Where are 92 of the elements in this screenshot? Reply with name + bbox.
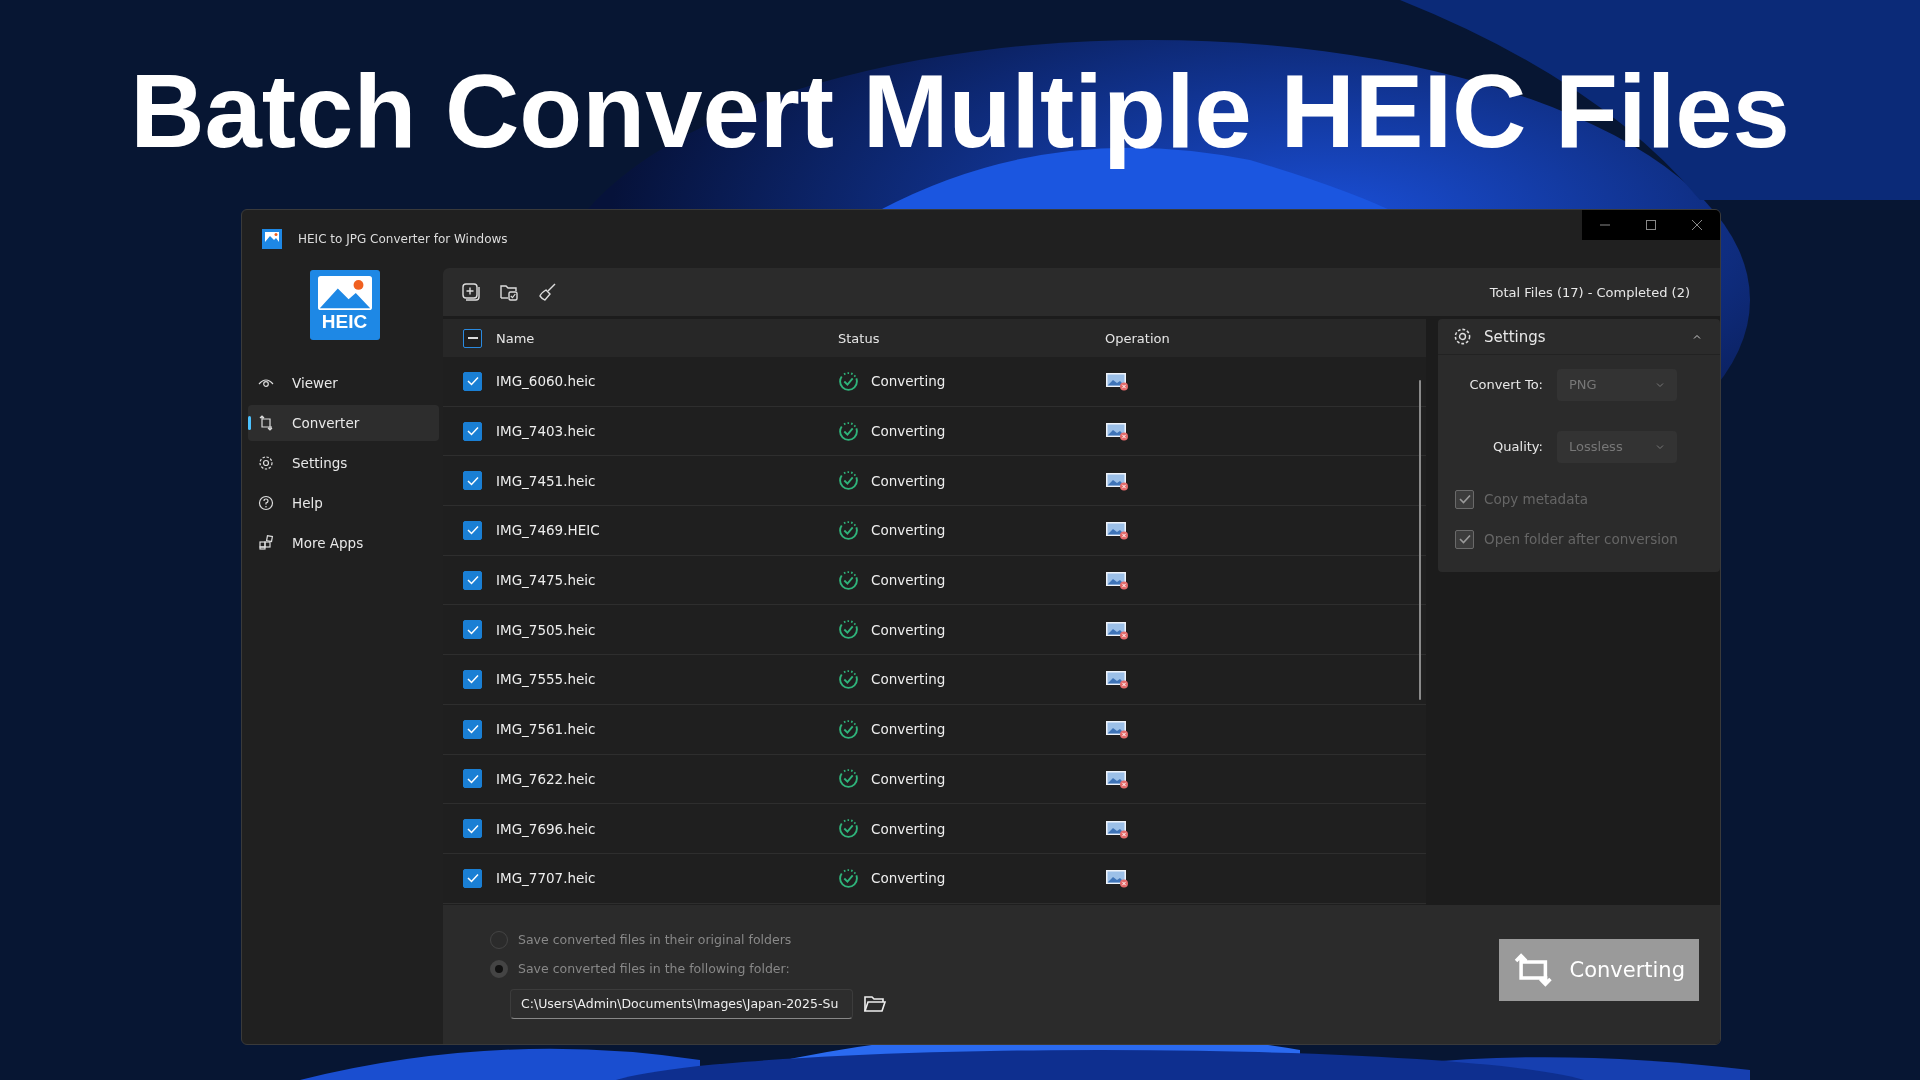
image-icon: [317, 275, 372, 311]
image-remove-icon[interactable]: [1105, 719, 1129, 740]
nav-item[interactable]: More Apps: [248, 525, 439, 561]
status-text: Converting: [871, 870, 946, 887]
file-summary: Total Files (17) - Completed (2): [1489, 284, 1690, 300]
close-icon[interactable]: [1691, 219, 1703, 231]
status-text: Converting: [871, 721, 946, 738]
file-name: IMG_7505.heic: [496, 621, 596, 638]
row-checkbox[interactable]: [463, 421, 482, 441]
status-text: Converting: [871, 572, 946, 589]
file-name: IMG_7696.heic: [496, 820, 596, 837]
dash-icon: [467, 337, 478, 339]
settings-icon: [258, 455, 274, 471]
file-name: IMG_7707.heic: [496, 870, 596, 887]
progress-check-icon: [838, 470, 859, 492]
logo-text: HEIC: [321, 311, 368, 333]
progress-check-icon: [838, 619, 859, 641]
nav-item[interactable]: Settings: [248, 445, 439, 481]
progress-check-icon: [838, 519, 859, 541]
status-text: Converting: [871, 621, 946, 638]
convert-icon: [258, 415, 274, 431]
image-remove-icon[interactable]: [1105, 520, 1129, 541]
field-label: Convert To:: [1469, 377, 1543, 392]
maximize-icon[interactable]: [1645, 219, 1657, 231]
status-text: Converting: [871, 770, 946, 787]
image-remove-icon[interactable]: [1105, 371, 1129, 392]
row-checkbox[interactable]: [463, 719, 482, 739]
select-all-checkbox[interactable]: [463, 328, 482, 348]
row-checkbox[interactable]: [463, 669, 482, 689]
file-name: IMG_7451.heic: [496, 472, 596, 489]
file-name: IMG_7475.heic: [496, 572, 596, 589]
field-label: Quality:: [1493, 439, 1543, 454]
column-header[interactable]: Operation: [1105, 330, 1170, 346]
apps-icon: [258, 535, 274, 551]
progress-check-icon: [838, 718, 859, 740]
row-checkbox[interactable]: [463, 371, 482, 391]
file-name: IMG_7469.HEIC: [496, 522, 600, 539]
radio-button[interactable]: [490, 959, 508, 978]
window-title: HEIC to JPG Converter for Windows: [298, 232, 508, 246]
image-remove-icon[interactable]: [1105, 421, 1129, 442]
progress-check-icon: [838, 867, 859, 889]
settings-icon: [1453, 327, 1472, 346]
checkbox-label: Copy metadata: [1484, 491, 1588, 507]
status-text: Converting: [871, 423, 946, 440]
image-remove-icon[interactable]: [1105, 570, 1129, 591]
nav-item[interactable]: Viewer: [248, 365, 439, 401]
file-name: IMG_7555.heic: [496, 671, 596, 688]
headline: Batch Convert Multiple HEIC Files: [129, 53, 1791, 171]
progress-check-icon: [838, 818, 859, 840]
image-remove-icon[interactable]: [1105, 619, 1129, 640]
app-icon: [262, 229, 282, 249]
image-remove-icon[interactable]: [1105, 818, 1129, 839]
checkbox-label: Open folder after conversion: [1484, 531, 1678, 547]
folder-check-icon[interactable]: [499, 282, 519, 302]
progress-check-icon: [838, 569, 859, 591]
broom-icon[interactable]: [537, 282, 557, 302]
file-name: IMG_7561.heic: [496, 721, 596, 738]
image-remove-icon[interactable]: [1105, 768, 1129, 789]
radio-label: Save converted files in their original folders: [518, 932, 792, 947]
file-name: IMG_7403.heic: [496, 423, 596, 440]
progress-check-icon: [838, 420, 859, 442]
column-header[interactable]: Name: [496, 330, 535, 346]
status-text: Converting: [871, 820, 946, 837]
status-text: Converting: [871, 472, 946, 489]
add-files-icon[interactable]: [461, 282, 481, 302]
row-checkbox[interactable]: [463, 769, 482, 789]
status-text: Converting: [871, 373, 946, 390]
row-checkbox[interactable]: [463, 570, 482, 590]
column-header[interactable]: Status: [838, 330, 880, 346]
progress-check-icon: [838, 370, 859, 392]
image-remove-icon[interactable]: [1105, 669, 1129, 690]
nav-item[interactable]: Converter: [248, 405, 439, 441]
scrollbar[interactable]: [1419, 380, 1421, 700]
row-checkbox[interactable]: [463, 471, 482, 491]
nav-item[interactable]: Help: [248, 485, 439, 521]
row-checkbox[interactable]: [463, 868, 482, 888]
progress-check-icon: [838, 668, 859, 690]
status-text: Converting: [871, 522, 946, 539]
row-checkbox[interactable]: [463, 620, 482, 640]
image-remove-icon[interactable]: [1105, 470, 1129, 491]
image-remove-icon[interactable]: [1105, 868, 1129, 889]
folder-icon[interactable]: [863, 993, 887, 1014]
file-name: IMG_6060.heic: [496, 373, 596, 390]
progress-check-icon: [838, 768, 859, 790]
file-name: IMG_7622.heic: [496, 770, 596, 787]
panel-title: Settings: [1484, 327, 1547, 346]
status-text: Converting: [871, 671, 946, 688]
row-checkbox[interactable]: [463, 520, 482, 540]
help-icon: [258, 495, 274, 511]
radio-label: Save converted files in the following folder:: [518, 961, 790, 976]
row-checkbox[interactable]: [463, 819, 482, 839]
folder-path-field[interactable]: C:\Users\Admin\Documents\Images\Japan-2025-Su: [510, 988, 853, 1019]
